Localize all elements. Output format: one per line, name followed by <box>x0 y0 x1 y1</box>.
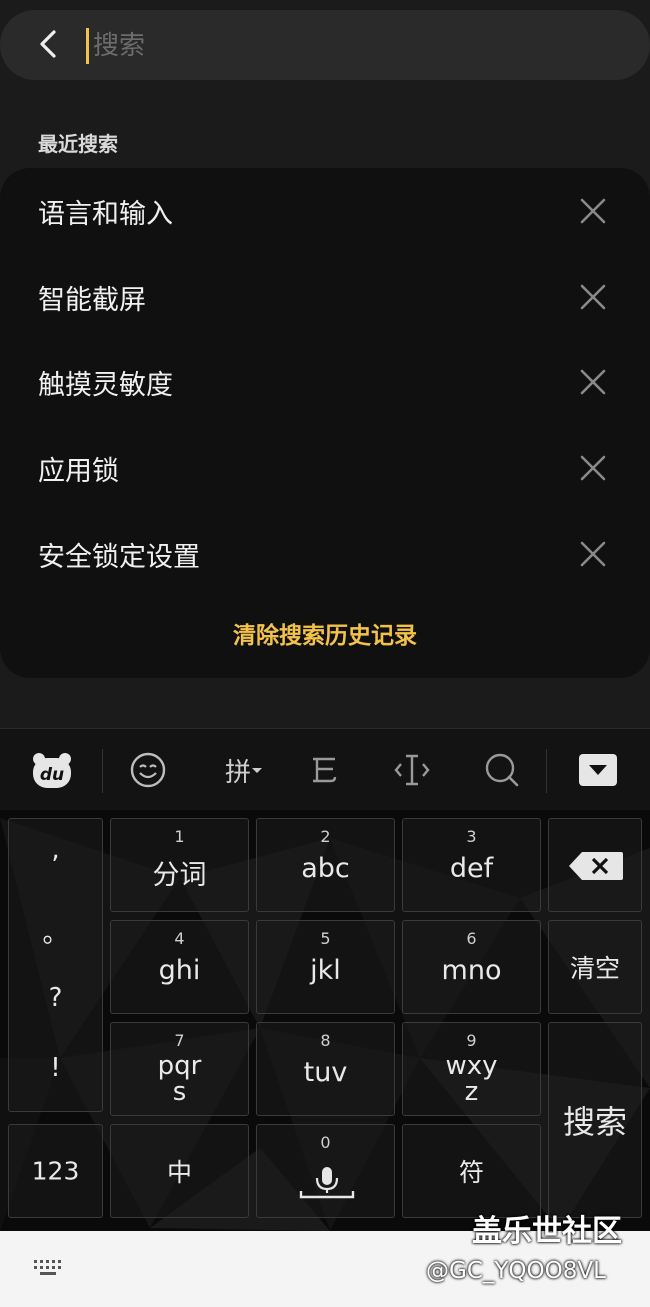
number-mode-label: 123 <box>31 1156 80 1186</box>
key-label: 分词 <box>152 860 207 891</box>
emoji-icon <box>130 752 166 788</box>
recent-item-label: 应用锁 <box>38 456 119 487</box>
recent-item[interactable]: 应用锁 <box>0 425 650 511</box>
clear-key[interactable]: 清空 <box>548 920 642 1014</box>
clear-key-label: 清空 <box>569 954 620 983</box>
key-number: 9 <box>466 1031 477 1050</box>
screen: 最近搜索 语言和输入 智能截屏 触摸灵敏度 应用锁 <box>0 0 650 1307</box>
key-label: wxy <box>445 1051 498 1081</box>
key-label: tuv <box>303 1057 348 1088</box>
remove-icon[interactable] <box>576 194 610 228</box>
key-label: mno <box>441 955 502 986</box>
recent-item[interactable]: 智能截屏 <box>0 254 650 340</box>
key-label: jkl <box>310 955 341 986</box>
backspace-key[interactable] <box>548 818 642 912</box>
baidu-logo-text: du <box>40 765 64 785</box>
clear-history-button[interactable]: 清除搜索历史记录 <box>0 616 650 650</box>
space-key[interactable]: 0 <box>256 1124 395 1218</box>
pinyin-mode-button[interactable]: 拼 <box>214 747 274 793</box>
caret-down-icon <box>252 768 262 773</box>
punc-exclaim-key[interactable]: ! <box>9 1053 102 1083</box>
pinyin-label: 拼 <box>224 757 251 788</box>
toolbar-divider <box>546 749 547 793</box>
chinese-mode-label: 中 <box>166 1158 192 1187</box>
text-cursor-icon <box>394 754 430 786</box>
emoji-button[interactable] <box>120 747 176 793</box>
key-number: 0 <box>320 1133 331 1152</box>
punc-comma-key[interactable]: , <box>9 835 102 865</box>
recent-item-label: 触摸灵敏度 <box>38 370 173 401</box>
text-caret <box>86 28 89 64</box>
key-label: def <box>449 853 494 884</box>
key-number: 5 <box>320 929 331 948</box>
cursor-button[interactable] <box>384 747 440 793</box>
recent-item[interactable]: 安全锁定设置 <box>0 511 650 597</box>
key-number: 1 <box>174 827 185 846</box>
handwriting-icon <box>313 757 337 783</box>
search-field[interactable] <box>86 28 606 64</box>
key-3[interactable]: 3 def <box>402 818 541 912</box>
number-mode-key[interactable]: 123 <box>8 1124 103 1218</box>
key-label: ghi <box>158 955 201 986</box>
recent-item-label: 语言和输入 <box>38 199 173 230</box>
search-bar <box>0 10 650 80</box>
key-label-2: s <box>172 1077 187 1107</box>
search-input[interactable] <box>91 30 591 62</box>
key-8[interactable]: 8 tuv <box>256 1022 395 1116</box>
key-4[interactable]: 4 ghi <box>110 920 249 1014</box>
recent-item[interactable]: 触摸灵敏度 <box>0 339 650 425</box>
microphone-icon <box>299 1167 355 1199</box>
recent-search-title: 最近搜索 <box>38 132 118 156</box>
key-7[interactable]: 7 pqr s <box>110 1022 249 1116</box>
back-arrow-icon <box>40 30 56 58</box>
key-number: 6 <box>466 929 477 948</box>
key-number: 2 <box>320 827 331 846</box>
search-key-label: 搜索 <box>562 1103 627 1141</box>
recent-search-list: 语言和输入 智能截屏 触摸灵敏度 应用锁 安全锁定设置 清除搜索历史记录 <box>0 168 650 678</box>
remove-icon[interactable] <box>576 280 610 314</box>
symbol-key-label: 符 <box>458 1158 484 1187</box>
watermark-user: @GC_YQOO8VL <box>426 1258 606 1284</box>
recent-item-label: 安全锁定设置 <box>38 542 200 573</box>
key-label: pqr <box>157 1051 202 1081</box>
recent-item[interactable]: 语言和输入 <box>0 168 650 254</box>
remove-icon[interactable] <box>576 451 610 485</box>
toolbar-divider <box>102 749 103 793</box>
baidu-bear-icon: du <box>33 753 71 788</box>
backspace-icon <box>569 852 623 880</box>
key-5[interactable]: 5 jkl <box>256 920 395 1014</box>
baidu-logo-button[interactable]: du <box>24 747 80 793</box>
key-number: 8 <box>320 1031 331 1050</box>
handwriting-button[interactable] <box>296 747 352 793</box>
key-number: 4 <box>174 929 185 948</box>
search-icon <box>485 753 519 787</box>
watermark-site: 盖乐世社区 <box>472 1214 622 1249</box>
remove-icon[interactable] <box>576 537 610 571</box>
key-1[interactable]: 1 分词 <box>110 818 249 912</box>
search-tool-button[interactable] <box>474 747 530 793</box>
recent-item-label: 智能截屏 <box>38 285 146 316</box>
ime-keyboard: du 拼 , 。 ? ! 1 分词 2 abc 3 def 4 ghi 5 jk… <box>0 728 650 1231</box>
key-6[interactable]: 6 mno <box>402 920 541 1014</box>
back-button[interactable] <box>24 20 72 68</box>
key-9[interactable]: 9 wxy z <box>402 1022 541 1116</box>
punc-period-key[interactable]: 。 <box>9 913 102 950</box>
keyboard-toolbar: du 拼 <box>0 728 650 810</box>
key-number: 7 <box>174 1031 185 1050</box>
keyboard-switch-icon[interactable] <box>32 1257 64 1279</box>
key-label-2: z <box>464 1077 479 1107</box>
search-key[interactable]: 搜索 <box>548 1022 642 1218</box>
hide-keyboard-button[interactable] <box>570 747 626 793</box>
key-number: 3 <box>466 827 477 846</box>
key-label: abc <box>301 853 350 884</box>
chinese-mode-key[interactable]: 中 <box>110 1124 249 1218</box>
key-2[interactable]: 2 abc <box>256 818 395 912</box>
remove-icon[interactable] <box>576 365 610 399</box>
symbol-key[interactable]: 符 <box>402 1124 541 1218</box>
punctuation-column[interactable]: , 。 ? ! <box>8 818 103 1112</box>
punc-question-key[interactable]: ? <box>9 983 102 1013</box>
hide-keyboard-icon <box>579 754 617 786</box>
